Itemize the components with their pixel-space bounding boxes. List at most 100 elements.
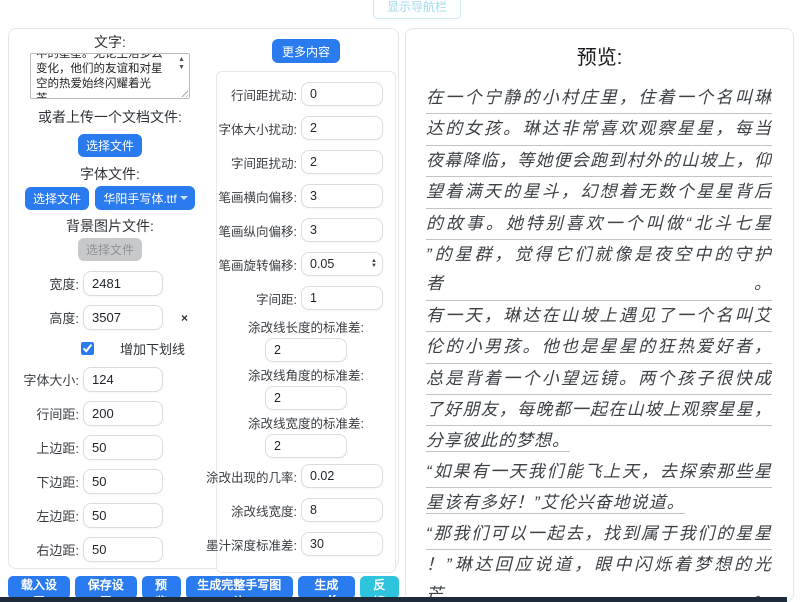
correction-line-width-input[interactable] [301,498,383,522]
jitter-fields: 行间距扰动: 字体大小扰动: 字间距扰动: [217,82,395,242]
field-label: 下边距: [15,472,79,491]
text-label: 文字: [94,34,126,50]
field-row: 字体大小: [9,367,211,392]
generate-pdf-button[interactable]: 生成pdf [298,576,355,599]
correction-angle-std-input[interactable] [265,386,347,410]
char-spacing-label: 字间距: [256,289,297,308]
field-row: 墨汁深度标准差: [217,532,395,556]
line-spacing-jitter-input[interactable] [301,82,383,106]
perturbation-panel: 行间距扰动: 字体大小扰动: 字间距扰动: [216,71,396,573]
stroke-horizontal-offset-input[interactable] [301,184,383,208]
handwriting-line: 总是背着一个小望远镜。两个孩子很快成 [426,364,772,395]
top-margin-input[interactable] [83,435,163,460]
save-settings-button[interactable]: 保存设置 [75,576,137,599]
field-label: 涂改线长度的标准差: [248,320,364,336]
handwriting-line: 分享彼此的梦想。 [426,426,772,456]
rotation-offset-row: 笔画旋转偏移: ▲▼ [217,252,395,276]
field-label: 涂改线宽度: [231,501,297,520]
char-spacing-input[interactable] [301,286,383,310]
width-label: 宽度: [15,274,79,293]
field-row: 行间距扰动: [217,82,395,106]
height-label: 高度: [15,308,79,327]
scroll-down-icon[interactable]: ▼ [178,64,185,71]
field-row: 笔画纵向偏移: [217,218,395,242]
field-label: 涂改线宽度的标准差: [248,416,364,432]
field-label: 字体大小扰动: [219,119,297,138]
handwriting-line: 伦的小男孩。他也是星星的狂热爱好者， [426,332,772,363]
handwriting-line: 星该有多好！”艾伦兴奋地说道。 [426,488,772,518]
font-select-value: 华阳手写体.ttf [103,190,176,207]
generate-full-image-button[interactable]: 生成完整手写图片 [186,576,294,599]
field-label: 左边距: [15,506,79,525]
feedback-button[interactable]: 反馈 [360,576,399,599]
text-input[interactable]: 中的星星。无论生活多么变化，他们的友谊和对星空的热爱始终闪耀着光芒。 ▲ ▼ [30,53,190,99]
underline-row: 增加下划线 [9,339,211,358]
close-icon[interactable]: × [181,312,188,324]
preview-button[interactable]: 预览 [142,576,181,599]
correction-length-std-input[interactable] [265,338,347,362]
char-spacing-jitter-input[interactable] [301,150,383,174]
line-spacing-input[interactable] [83,401,163,426]
settings-panel: 文字: 中的星星。无论生活多么变化，他们的友谊和对星空的热爱始终闪耀着光芒。 ▲… [8,28,399,569]
field-label: 行间距扰动: [231,85,297,104]
font-file-row: 选择文件 华阳手写体.ttf [25,186,195,210]
number-spinner-icon[interactable]: ▲▼ [371,259,377,269]
field-row: 笔画横向偏移: [217,184,395,208]
handwriting-line: ”的星群，觉得它们就像是夜空中的守护者。 [426,240,772,301]
scroll-up-icon[interactable]: ▲ [178,56,185,63]
handwriting-preview: 在一个宁静的小村庄里，住着一个名叫琳 达的女孩。琳达非常喜欢观察星星，每当 夜幕… [406,83,793,602]
underline-checkbox-label: 增加下划线 [120,339,185,358]
action-buttons: 载入设置 保存设置 预览 生成完整手写图片 生成pdf [8,576,355,599]
handwriting-generator-page: 显示导航栏 文字: 中的星星。无论生活多么变化，他们的友谊和对星空的热爱始终闪耀… [0,0,800,602]
load-settings-button[interactable]: 载入设置 [8,576,70,599]
choose-bg-file-button[interactable]: 选择文件 [78,238,142,261]
right-margin-input[interactable] [83,537,163,562]
field-row: 涂改线宽度: [217,498,395,522]
field-label: 行间距: [15,404,79,423]
char-spacing-row: 字间距: [217,286,395,310]
width-input[interactable] [83,271,163,296]
left-margin-input[interactable] [83,503,163,528]
stroke-vertical-offset-input[interactable] [301,218,383,242]
action-bar: 载入设置 保存设置 预览 生成完整手写图片 生成pdf 反馈 [8,576,399,599]
field-label: 字间距扰动: [231,153,297,172]
ink-depth-std-input[interactable] [301,532,383,556]
handwriting-line: 达的女孩。琳达非常喜欢观察星星，每当 [426,114,772,145]
choose-doc-file-button[interactable]: 选择文件 [78,134,142,157]
height-input[interactable] [83,305,163,330]
preview-panel: 预览: 在一个宁静的小村庄里，住着一个名叫琳 达的女孩。琳达非常喜欢观察星星，每… [405,28,794,602]
field-row: 涂改出现的几率: [217,464,395,488]
handwriting-line: 夜幕降临，等她便会跑到村外的山坡上，仰 [426,146,772,177]
field-row: 下边距: [9,469,211,494]
text-input-value: 中的星星。无论生活多么变化，他们的友谊和对星空的热爱始终闪耀着光芒。 [36,53,172,99]
handwriting-line: 了好朋友，每晚都一起在山坡上观察星星， [426,395,772,426]
footer-bar [0,597,787,602]
handwriting-line: 的故事。她特别喜欢一个叫做“北斗七星 [426,209,772,240]
font-size-input[interactable] [83,367,163,392]
font-select[interactable]: 华阳手写体.ttf [95,186,195,210]
underline-checkbox[interactable] [81,342,94,355]
show-navbar-button[interactable]: 显示导航栏 [373,0,461,19]
rotation-offset-label: 笔画旋转偏移: [219,255,297,274]
handwriting-line: ！”琳达回应说道，眼中闪烁着梦想的光芒。 [426,550,772,602]
handwriting-line: 有一天，琳达在山坡上遇见了一个名叫艾 [426,301,772,332]
field-row: 上边距: [9,435,211,460]
field-row: 行间距: [9,401,211,426]
field-row: 字间距扰动: [217,150,395,174]
handwriting-line: 望着满天的星斗，幻想着无数个星星背后 [426,177,772,208]
font-size-jitter-input[interactable] [301,116,383,140]
field-label: 右边距: [15,540,79,559]
height-field-row: 高度: × [9,305,211,330]
choose-font-file-button[interactable]: 选择文件 [25,187,89,210]
field-label: 字体大小: [15,370,79,389]
field-label: 涂改线角度的标准差: [248,368,364,384]
field-row: 左边距: [9,503,211,528]
correction-width-std-input[interactable] [265,434,347,458]
correction-probability-input[interactable] [301,464,383,488]
handwriting-line: “那我们可以一起去，找到属于我们的星星 [426,519,772,550]
more-content-button[interactable]: 更多内容 [272,39,340,63]
field-label: 涂改出现的几率: [206,467,297,486]
text-settings-column: 文字: 中的星星。无论生活多么变化，他们的友谊和对星空的热爱始终闪耀着光芒。 ▲… [9,34,211,571]
field-label: 上边距: [15,438,79,457]
bottom-margin-input[interactable] [83,469,163,494]
